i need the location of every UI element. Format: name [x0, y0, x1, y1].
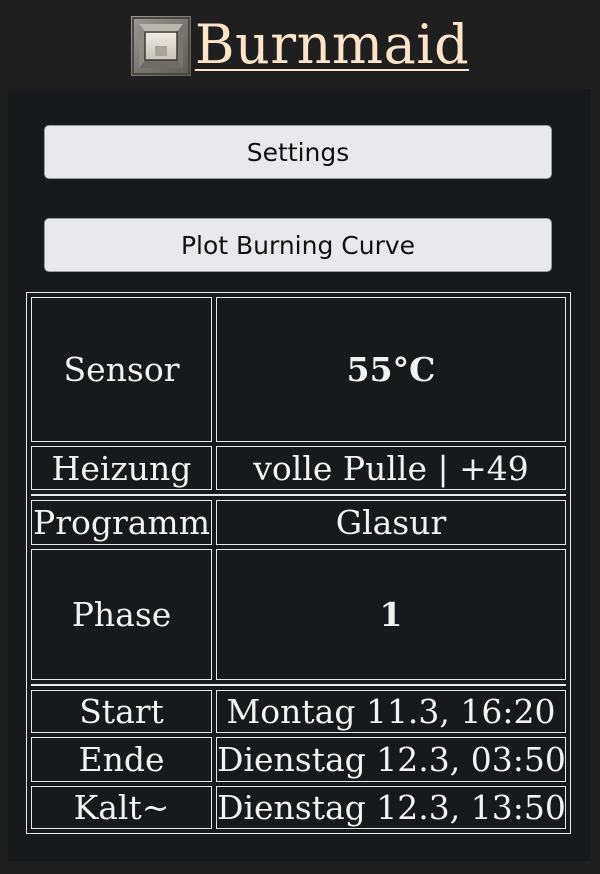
ende-row: Ende Dienstag 12.3, 03:50 — [31, 737, 566, 782]
programm-label: Programm — [31, 500, 212, 545]
plot-burning-curve-button[interactable]: Plot Burning Curve — [44, 218, 552, 272]
phase-row: Phase 1 — [31, 549, 566, 680]
heizung-value: volle Pulle | +49 — [216, 446, 566, 490]
kalt-value: Dienstag 12.3, 13:50 — [216, 786, 566, 829]
ende-value: Dienstag 12.3, 03:50 — [216, 737, 566, 782]
separator-row — [31, 494, 566, 496]
start-value: Montag 11.3, 16:20 — [216, 690, 566, 733]
kalt-label: Kalt~ — [31, 786, 212, 829]
status-table: Sensor 55°C Heizung volle Pulle | +49 Pr… — [26, 292, 571, 834]
sensor-row: Sensor 55°C — [31, 297, 566, 442]
phase-value: 1 — [216, 549, 566, 680]
separator — [31, 684, 566, 686]
heizung-label: Heizung — [31, 446, 212, 490]
programm-row: Programm Glasur — [31, 500, 566, 545]
sensor-label: Sensor — [31, 297, 212, 442]
start-label: Start — [31, 690, 212, 733]
kiln-icon — [130, 16, 191, 76]
settings-button[interactable]: Settings — [44, 125, 552, 179]
kalt-row: Kalt~ Dienstag 12.3, 13:50 — [31, 786, 566, 829]
main-panel: Settings Plot Burning Curve Sensor 55°C … — [8, 89, 590, 861]
heizung-row: Heizung volle Pulle | +49 — [31, 446, 566, 490]
programm-value: Glasur — [216, 500, 566, 545]
separator-row — [31, 684, 566, 686]
start-row: Start Montag 11.3, 16:20 — [31, 690, 566, 733]
app-title-link[interactable]: Burnmaid — [195, 18, 469, 72]
separator — [31, 494, 566, 496]
sensor-value: 55°C — [216, 297, 566, 442]
ende-label: Ende — [31, 737, 212, 782]
header: Burnmaid — [0, 8, 600, 82]
phase-label: Phase — [31, 549, 212, 680]
